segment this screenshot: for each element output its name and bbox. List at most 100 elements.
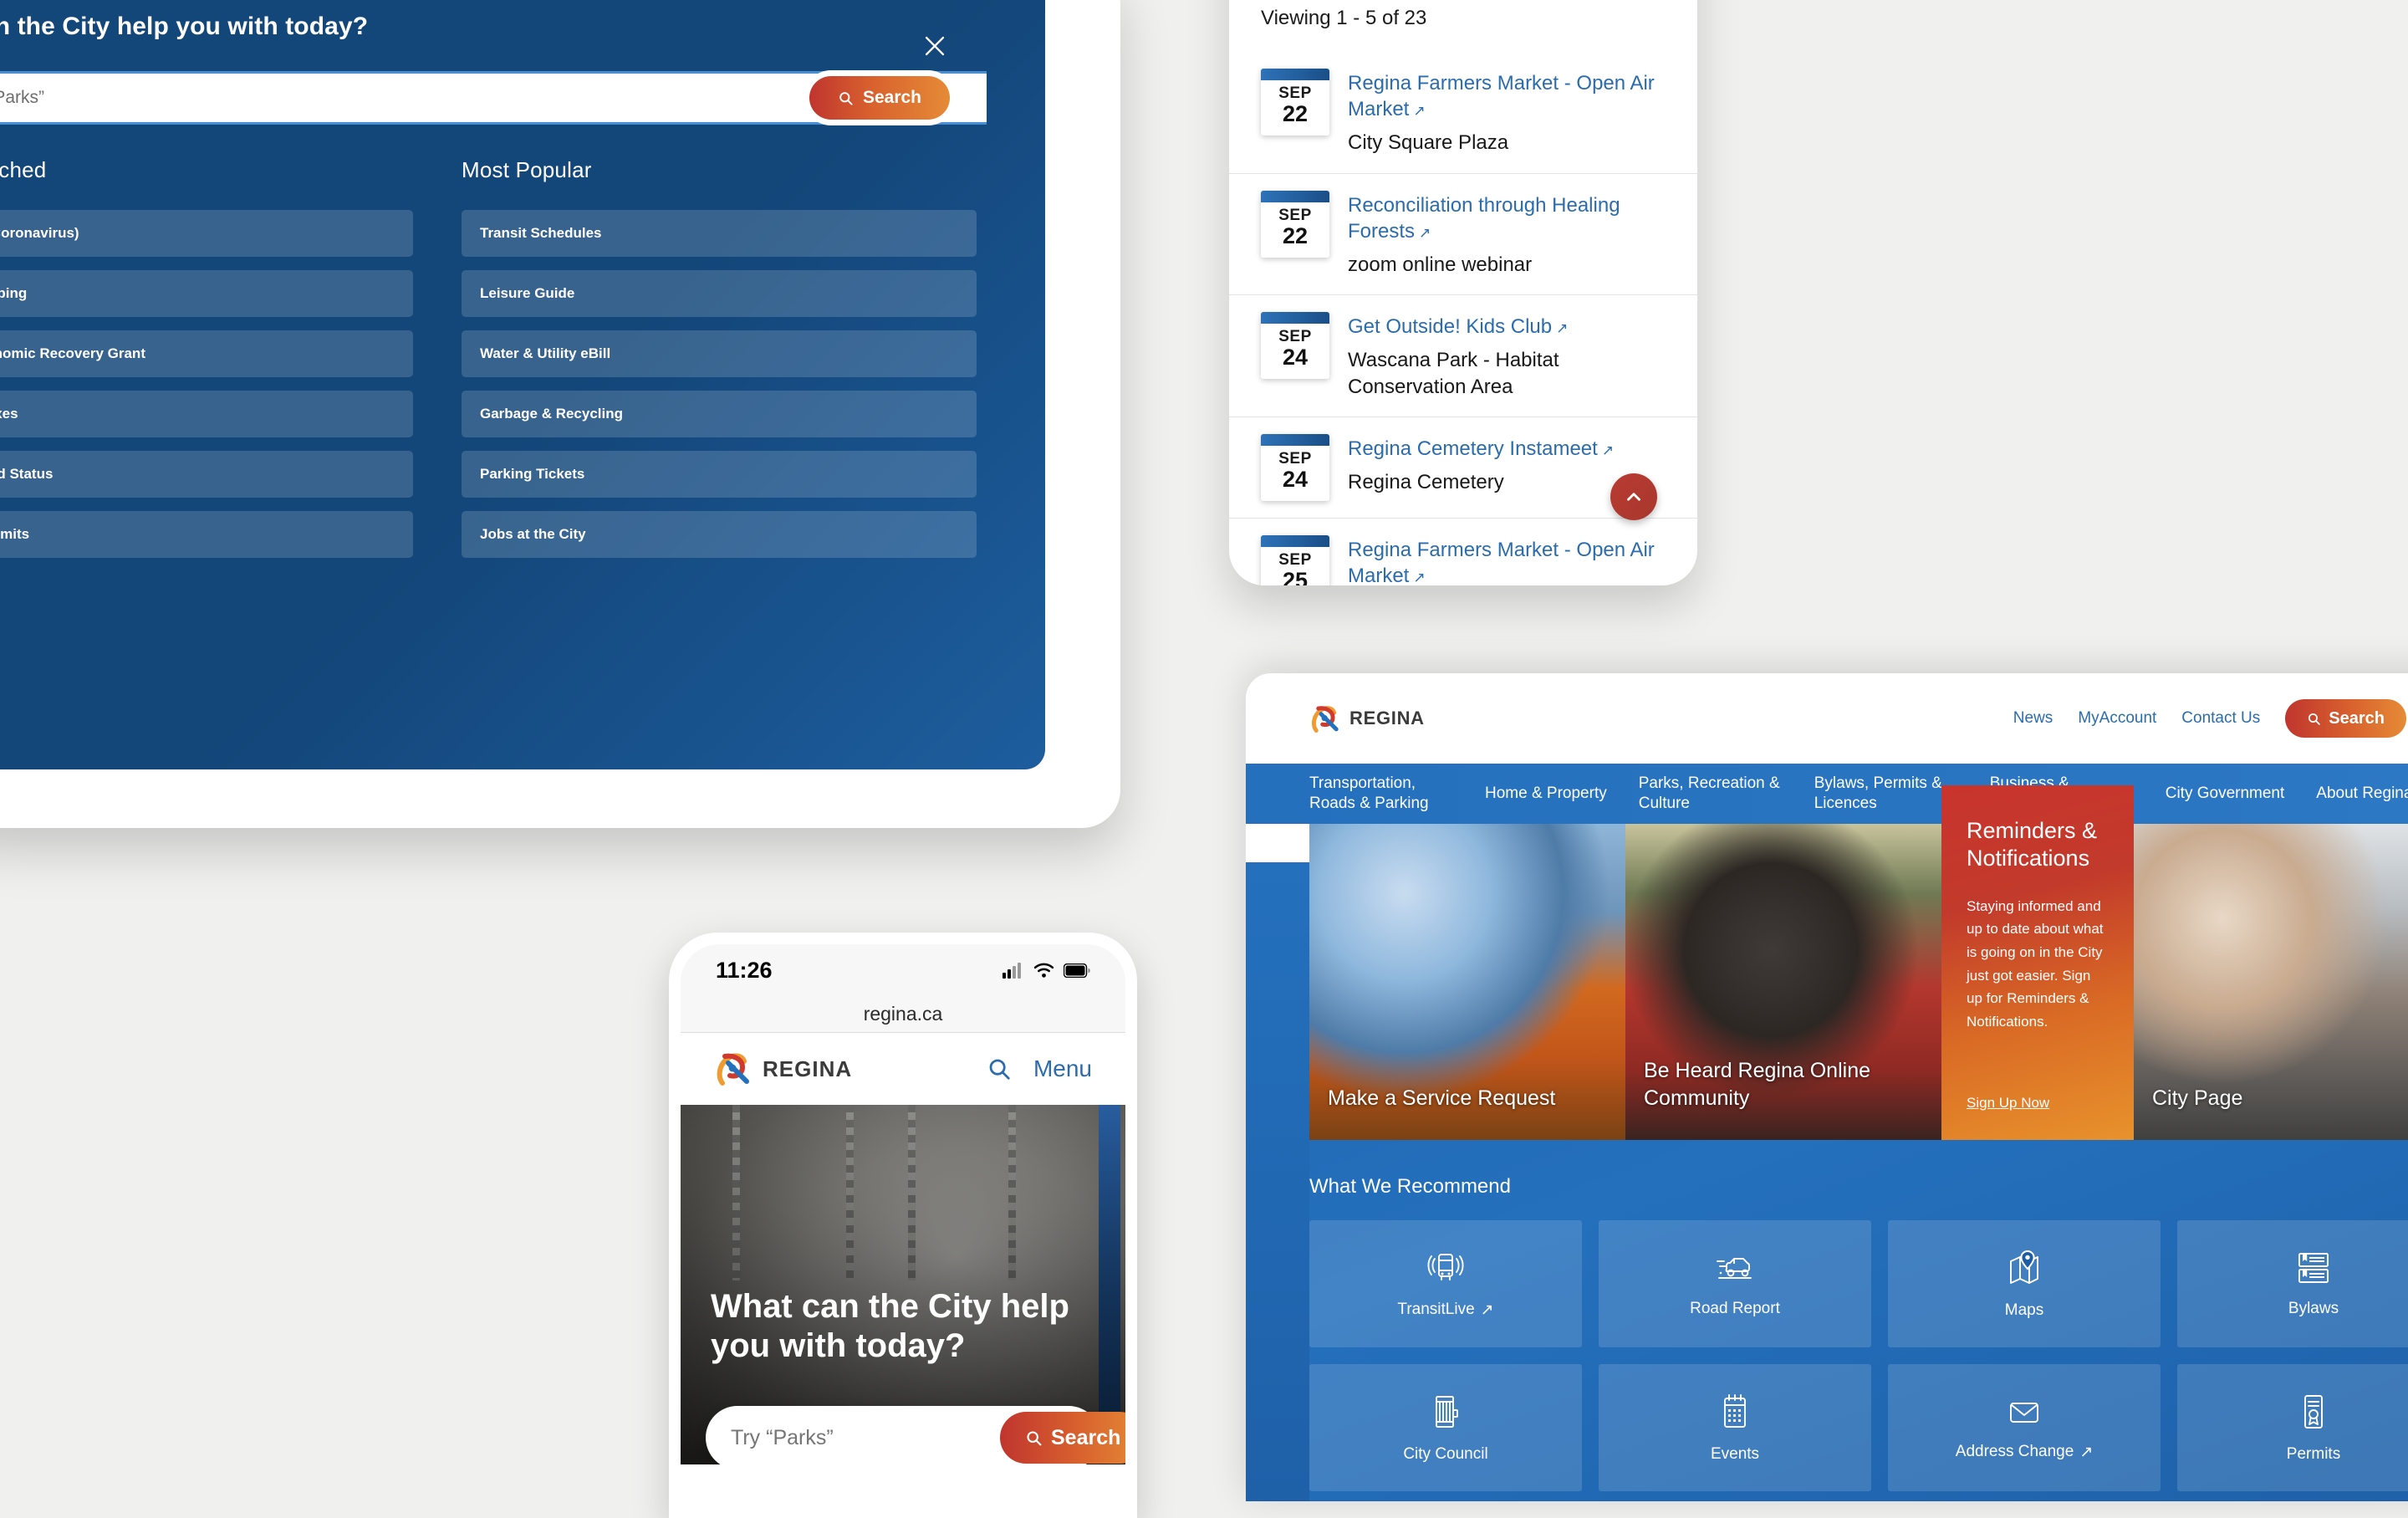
tile-events[interactable]: Events <box>1599 1364 1871 1491</box>
tile-label: Address Change ↗ <box>1955 1443 2094 1461</box>
phone-address-bar[interactable]: regina.ca <box>681 996 1125 1033</box>
hero-card-label: Make a Service Request <box>1328 1086 1556 1110</box>
search-icon[interactable] <box>987 1056 1012 1081</box>
desktop-main-nav: Transportation, Roads & Parking Home & P… <box>1246 764 2408 824</box>
swing-chain-decor <box>1008 1105 1016 1280</box>
event-day: 24 <box>1282 345 1309 371</box>
event-month: SEP <box>1278 328 1312 346</box>
most-popular-item[interactable]: Transit Schedules <box>462 210 977 257</box>
top-link-myaccount[interactable]: MyAccount <box>2078 709 2156 728</box>
swing-chain-decor <box>732 1105 740 1280</box>
playground-post-decor <box>1099 1105 1120 1464</box>
nav-item-transportation[interactable]: Transportation, Roads & Parking <box>1309 774 1485 814</box>
map-pin-icon <box>2010 1250 2038 1284</box>
event-title-link[interactable]: Regina Farmers Market - Open Air Market ↗ <box>1348 537 1661 585</box>
event-date-bar <box>1261 69 1329 80</box>
events-panel-mock: Viewing 1 - 5 of 23 SEP 22 Regina Farmer… <box>1229 0 1697 585</box>
event-date-badge: SEP 25 <box>1261 534 1329 585</box>
promo-card-reminders-notifications[interactable]: Reminders & Notifications Staying inform… <box>1941 785 2134 1140</box>
event-details: Regina Farmers Market - Open Air Market ↗ <box>1348 535 1661 585</box>
tile-label: Permits <box>2286 1445 2341 1463</box>
top-link-contact-us[interactable]: Contact Us <box>2181 709 2260 728</box>
most-searched-item[interactable]: Building Permits <box>0 511 413 558</box>
top-link-news[interactable]: News <box>2013 709 2053 728</box>
event-title-link[interactable]: Get Outside! Kids Club ↗ <box>1348 314 1661 340</box>
event-date-bar <box>1261 312 1329 325</box>
calendar-icon <box>1724 1394 1746 1428</box>
most-popular-item[interactable]: Leisure Guide <box>462 270 977 317</box>
most-popular-item[interactable]: Jobs at the City <box>462 511 977 558</box>
nav-item-city-government[interactable]: City Government <box>2166 784 2317 804</box>
event-list-item[interactable]: SEP 24 Get Outside! Kids Club ↗ Wascana P… <box>1229 295 1697 417</box>
event-date-badge: SEP 22 <box>1261 69 1329 135</box>
hero-card-label: City Page <box>2152 1086 2243 1110</box>
transit-bus-icon <box>1427 1253 1464 1280</box>
tile-permits[interactable]: Permits <box>2177 1364 2408 1491</box>
most-searched-item[interactable]: Athletic Field Status <box>0 451 413 498</box>
hero-card-be-heard-regina[interactable]: Be Heard Regina Online Community <box>1625 824 1941 1140</box>
desktop-hero-cards: Make a Service Request Be Heard Regina O… <box>1309 785 2408 1140</box>
phone-search-input[interactable] <box>706 1425 1000 1450</box>
most-searched-heading: Most Searched <box>0 157 47 182</box>
nav-item-home-property[interactable]: Home & Property <box>1485 784 1639 804</box>
city-hall-icon <box>1436 1396 1458 1428</box>
most-popular-column: Most Popular Transit Schedules Leisure G… <box>462 157 977 571</box>
most-searched-column: Most Searched COVID-19 (Coronavirus) Str… <box>0 157 413 571</box>
event-title-link[interactable]: Regina Cemetery Instameet ↗ <box>1348 436 1661 462</box>
desktop-logo[interactable]: REGINA <box>1309 704 1425 733</box>
external-link-icon: ↗ <box>1556 320 1569 337</box>
tile-road-report[interactable]: Road Report <box>1599 1220 1871 1347</box>
desktop-search-button[interactable]: Search <box>2285 699 2406 738</box>
event-date-badge: SEP 22 <box>1261 190 1329 258</box>
phone-status-bar: 11:26 <box>681 944 1125 996</box>
most-popular-item[interactable]: Water & Utility eBill <box>462 330 977 377</box>
event-title-link[interactable]: Regina Farmers Market - Open Air Market ↗ <box>1348 70 1661 122</box>
phone-search-button[interactable]: Search <box>1000 1412 1125 1464</box>
most-searched-item[interactable]: Street Sweeping <box>0 270 413 317</box>
tile-bylaws[interactable]: Bylaws <box>2177 1220 2408 1347</box>
phone-logo[interactable]: REGINA <box>714 1051 852 1086</box>
promo-title: Reminders & Notifications <box>1967 818 2098 871</box>
phone-menu-button[interactable]: Menu <box>1033 1055 1092 1082</box>
event-date-badge: SEP 24 <box>1261 312 1329 380</box>
tile-address-change[interactable]: Address Change ↗ <box>1888 1364 2161 1491</box>
search-bar: Search <box>0 71 987 125</box>
search-overlay-panel: What can the City help you with today? S… <box>0 0 1045 769</box>
event-month: SEP <box>1278 449 1312 468</box>
most-popular-item[interactable]: Garbage & Recycling <box>462 391 977 437</box>
event-day: 22 <box>1282 101 1309 126</box>
most-popular-item[interactable]: Parking Tickets <box>462 451 977 498</box>
tile-transitlive[interactable]: TransitLive ↗ <box>1309 1220 1582 1347</box>
most-searched-item[interactable]: COVID-19 (Coronavirus) <box>0 210 413 257</box>
scroll-to-top-button[interactable] <box>1610 473 1657 520</box>
nav-item-about-regina[interactable]: About Regina <box>2316 784 2408 804</box>
event-list-item[interactable]: SEP 25 Regina Farmers Market - Open Air … <box>1229 519 1697 585</box>
swing-chain-decor <box>908 1105 916 1280</box>
hero-card-service-request[interactable]: Make a Service Request <box>1309 824 1625 1140</box>
tile-maps[interactable]: Maps <box>1888 1220 2161 1347</box>
promo-signup-link[interactable]: Sign Up Now <box>1967 1095 2049 1112</box>
nav-item-parks-recreation[interactable]: Parks, Recreation & Culture <box>1639 774 1814 814</box>
event-details: Regina Farmers Market - Open Air Market ↗… <box>1348 69 1661 156</box>
event-month: SEP <box>1278 84 1312 102</box>
event-date-bar <box>1261 433 1329 446</box>
event-month: SEP <box>1278 550 1312 569</box>
event-list-item[interactable]: SEP 22 Regina Farmers Market - Open Air … <box>1229 52 1697 174</box>
close-icon[interactable] <box>921 32 949 60</box>
tile-label: City Council <box>1403 1445 1488 1463</box>
event-list-item[interactable]: SEP 22 Reconciliation through Healing Fo… <box>1229 174 1697 296</box>
search-input[interactable] <box>0 88 809 108</box>
event-title-link[interactable]: Reconciliation through Healing Forests ↗ <box>1348 192 1661 244</box>
most-searched-item[interactable]: Property Taxes <box>0 391 413 437</box>
external-link-icon: ↗ <box>2079 1443 2094 1461</box>
car-road-icon <box>1717 1258 1752 1279</box>
tile-city-council[interactable]: City Council <box>1309 1364 1582 1491</box>
phone-hero-title: What can the City help you with today? <box>711 1287 1069 1364</box>
desktop-header: REGINA News MyAccount Contact Us Search <box>1246 673 2408 764</box>
most-searched-item[interactable]: Regina Economic Recovery Grant <box>0 330 413 377</box>
swing-chain-decor <box>846 1105 854 1280</box>
hero-card-city-page[interactable]: City Page <box>2134 824 2408 1140</box>
search-submit-button[interactable]: Search <box>809 76 950 120</box>
search-suggestion-columns: Most Searched COVID-19 (Coronavirus) Str… <box>0 157 1045 571</box>
search-overlay-mock: What can the City help you with today? S… <box>0 0 1120 828</box>
